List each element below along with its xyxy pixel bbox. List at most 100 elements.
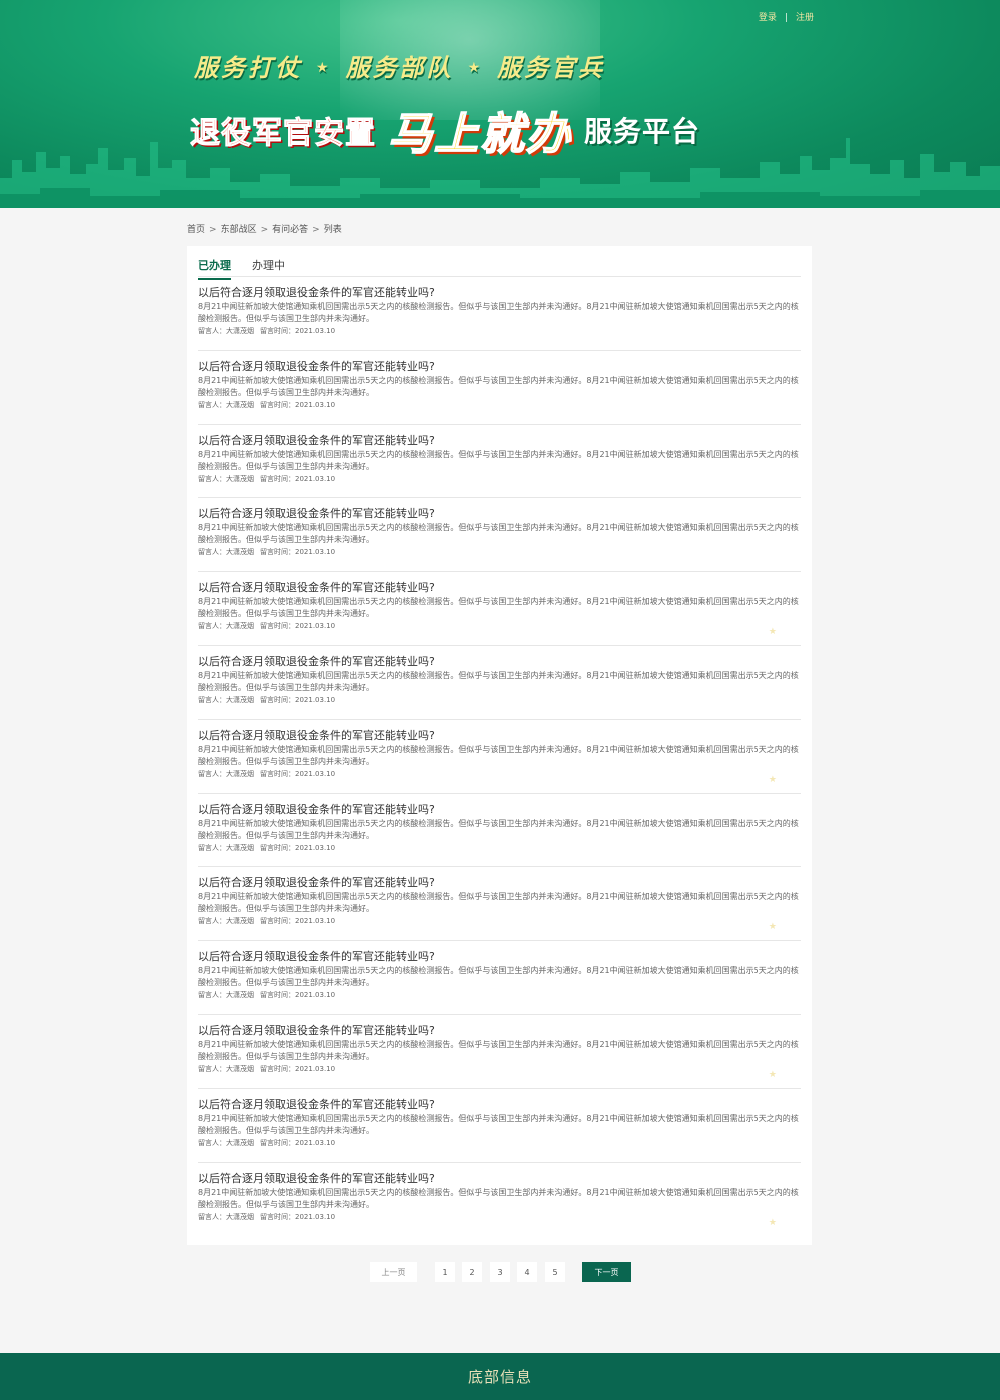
- page-button-1[interactable]: 1: [435, 1262, 455, 1282]
- next-page-button[interactable]: 下一页: [582, 1262, 631, 1282]
- item-summary: 8月21中闻驻新加坡大使馆通知乘机回国需出示5天之内的核酸检测报告。但似乎与该国…: [198, 523, 799, 545]
- page-button-2[interactable]: 2: [462, 1262, 482, 1282]
- item-title[interactable]: 以后符合逐月领取退役金条件的军官还能转业吗?: [198, 729, 801, 743]
- item-summary: 8月21中闻驻新加坡大使馆通知乘机回国需出示5天之内的核酸检测报告。但似乎与该国…: [198, 892, 799, 914]
- list-item[interactable]: 以后符合逐月领取退役金条件的军官还能转业吗? 8月21中闻驻新加坡大使馆通知乘机回…: [198, 1089, 801, 1163]
- author-label: 留言人：: [198, 1212, 226, 1221]
- author-name: 大潇茂烟: [226, 1064, 254, 1073]
- author-name: 大潇茂烟: [226, 991, 254, 1000]
- list-item[interactable]: 以后符合逐月领取退役金条件的军官还能转业吗? 8月21中闻驻新加坡大使馆通知乘机回…: [198, 1163, 801, 1237]
- login-link[interactable]: 登录: [759, 13, 777, 23]
- list-item[interactable]: 以后符合逐月领取退役金条件的军官还能转业吗? 8月21中闻驻新加坡大使馆通知乘机回…: [198, 498, 801, 573]
- register-link[interactable]: 注册: [796, 13, 814, 23]
- header-banner: 登录 | 注册 服务打仗 ★ 服务部队 ★ 服务官兵 退役军官安置 马上就办 服务平台: [0, 0, 1000, 208]
- author-label: 留言人：: [198, 400, 226, 409]
- item-meta: 留言人：大潇茂烟 留言时间：2021.03.10: [198, 1064, 801, 1074]
- page-button-3[interactable]: 3: [490, 1262, 510, 1282]
- item-title[interactable]: 以后符合逐月领取退役金条件的军官还能转业吗?: [198, 1098, 801, 1112]
- tab-completed[interactable]: 已办理: [198, 257, 231, 280]
- item-summary: 8月21中闻驻新加坡大使馆通知乘机回国需出示5天之内的核酸检测报告。但似乎与该国…: [198, 375, 799, 397]
- item-meta: 留言人：大潇茂烟 留言时间：2021.03.10: [198, 1138, 801, 1148]
- item-summary: 8月21中闻驻新加坡大使馆通知乘机回国需出示5天之内的核酸检测报告。但似乎与该国…: [198, 1039, 799, 1061]
- breadcrumb-current: 列表: [323, 225, 342, 235]
- list-item[interactable]: 以后符合逐月领取退役金条件的军官还能转业吗? 8月21中闻驻新加坡大使馆通知乘机回…: [198, 572, 801, 646]
- author-label: 留言人：: [198, 327, 226, 335]
- author-label: 留言人：: [198, 917, 226, 926]
- author-label: 留言人：: [198, 1138, 226, 1147]
- breadcrumb-separator: >: [209, 225, 217, 235]
- post-time: 2021.03.10: [295, 695, 336, 704]
- auth-separator: |: [784, 13, 788, 23]
- city-skyline-illustration: [0, 138, 1000, 208]
- time-label: 留言时间：: [260, 548, 295, 557]
- list-item[interactable]: 以后符合逐月领取退役金条件的军官还能转业吗? 8月21中闻驻新加坡大使馆通知乘机回…: [198, 351, 801, 425]
- author-label: 留言人：: [198, 622, 226, 631]
- item-title[interactable]: 以后符合逐月领取退役金条件的军官还能转业吗?: [198, 803, 801, 817]
- author-label: 留言人：: [198, 548, 226, 557]
- time-label: 留言时间：: [260, 843, 295, 852]
- star-icon: ★: [467, 60, 484, 76]
- author-name: 大潇茂烟: [226, 622, 254, 631]
- list-item[interactable]: 以后符合逐月领取退役金条件的军官还能转业吗? 8月21中闻驻新加坡大使馆通知乘机回…: [198, 941, 801, 1015]
- item-title[interactable]: 以后符合逐月领取退役金条件的军官还能转业吗?: [198, 360, 801, 374]
- breadcrumb-separator: >: [260, 225, 269, 235]
- author-name: 大潇茂烟: [226, 917, 254, 926]
- item-meta: 留言人：大潇茂烟 留言时间：2021.03.10: [198, 990, 801, 1000]
- breadcrumb-qa[interactable]: 有问必答: [272, 225, 308, 235]
- star-icon: ★: [768, 1218, 777, 1229]
- author-name: 大潇茂烟: [226, 474, 254, 483]
- item-summary: 8月21中闻驻新加坡大使馆通知乘机回国需出示5天之内的核酸检测报告。但似乎与该国…: [198, 966, 799, 988]
- list-item[interactable]: 以后符合逐月领取退役金条件的军官还能转业吗? 8月21中闻驻新加坡大使馆通知乘机回…: [198, 1015, 801, 1089]
- author-name: 大潇茂烟: [226, 400, 254, 409]
- item-title[interactable]: 以后符合逐月领取退役金条件的军官还能转业吗?: [198, 434, 801, 448]
- pagination: 上一页 1 2 3 4 5 下一页: [0, 1262, 1000, 1282]
- list-item[interactable]: 以后符合逐月领取退役金条件的军官还能转业吗? 8月21中闻驻新加坡大使馆通知乘机回…: [198, 720, 801, 794]
- item-title[interactable]: 以后符合逐月领取退役金条件的军官还能转业吗?: [198, 950, 801, 964]
- list-item[interactable]: 以后符合逐月领取退役金条件的军官还能转业吗? 8月21中闻驻新加坡大使馆通知乘机回…: [198, 646, 801, 720]
- list-item[interactable]: 以后符合逐月领取退役金条件的军官还能转业吗? 8月21中闻驻新加坡大使馆通知乘机回…: [198, 794, 801, 868]
- list-item[interactable]: 以后符合逐月领取退役金条件的军官还能转业吗? 8月21中闻驻新加坡大使馆通知乘机回…: [198, 425, 801, 499]
- item-meta: 留言人：大潇茂烟 留言时间：2021.03.10: [198, 769, 801, 779]
- time-label: 留言时间：: [260, 695, 295, 704]
- list-item[interactable]: 以后符合逐月领取退役金条件的军官还能转业吗? 8月21中闻驻新加坡大使馆通知乘机回…: [198, 277, 801, 351]
- item-title[interactable]: 以后符合逐月领取退役金条件的军官还能转业吗?: [198, 1172, 801, 1186]
- item-title[interactable]: 以后符合逐月领取退役金条件的军官还能转业吗?: [198, 581, 801, 595]
- item-title[interactable]: 以后符合逐月领取退役金条件的军官还能转业吗?: [198, 655, 801, 669]
- time-label: 留言时间：: [260, 1212, 295, 1221]
- breadcrumb-region[interactable]: 东部战区: [221, 225, 257, 235]
- footer-text: 底部信息: [467, 1368, 532, 1386]
- item-meta: 留言人：大潇茂烟 留言时间：2021.03.10: [198, 621, 801, 631]
- author-name: 大潇茂烟: [226, 1212, 254, 1221]
- star-icon: ★: [768, 626, 777, 637]
- page-button-4[interactable]: 4: [517, 1262, 537, 1282]
- tab-in-progress[interactable]: 办理中: [252, 257, 285, 273]
- post-time: 2021.03.10: [295, 474, 336, 483]
- star-icon: ★: [768, 1069, 777, 1080]
- auth-links: 登录 | 注册: [759, 10, 814, 23]
- item-title[interactable]: 以后符合逐月领取退役金条件的军官还能转业吗?: [198, 286, 801, 300]
- author-label: 留言人：: [198, 769, 226, 778]
- author-label: 留言人：: [198, 695, 226, 704]
- post-time: 2021.03.10: [295, 1212, 336, 1221]
- author-label: 留言人：: [198, 474, 226, 483]
- item-meta: 留言人：大潇茂烟 留言时间：2021.03.10: [198, 326, 801, 336]
- page-button-5[interactable]: 5: [545, 1262, 565, 1282]
- item-title[interactable]: 以后符合逐月领取退役金条件的军官还能转业吗?: [198, 876, 801, 890]
- footer: 底部信息: [0, 1353, 1000, 1400]
- list-item[interactable]: 以后符合逐月领取退役金条件的军官还能转业吗? 8月21中闻驻新加坡大使馆通知乘机回…: [198, 867, 801, 942]
- time-label: 留言时间：: [260, 1138, 295, 1147]
- item-title[interactable]: 以后符合逐月领取退役金条件的军官还能转业吗?: [198, 1024, 801, 1038]
- post-time: 2021.03.10: [295, 622, 336, 631]
- star-icon: ★: [316, 60, 332, 76]
- post-time: 2021.03.10: [295, 991, 336, 1000]
- slogan-3: 服务官兵: [497, 54, 606, 82]
- item-title[interactable]: 以后符合逐月领取退役金条件的军官还能转业吗?: [198, 507, 801, 521]
- time-label: 留言时间：: [260, 327, 295, 335]
- prev-page-button[interactable]: 上一页: [370, 1262, 417, 1282]
- item-summary: 8月21中闻驻新加坡大使馆通知乘机回国需出示5天之内的核酸检测报告。但似乎与该国…: [198, 449, 799, 471]
- breadcrumb-home[interactable]: 首页: [187, 225, 205, 235]
- time-label: 留言时间：: [260, 917, 295, 926]
- author-name: 大潇茂烟: [226, 1138, 254, 1147]
- item-meta: 留言人：大潇茂烟 留言时间：2021.03.10: [198, 474, 801, 484]
- post-time: 2021.03.10: [295, 1064, 336, 1073]
